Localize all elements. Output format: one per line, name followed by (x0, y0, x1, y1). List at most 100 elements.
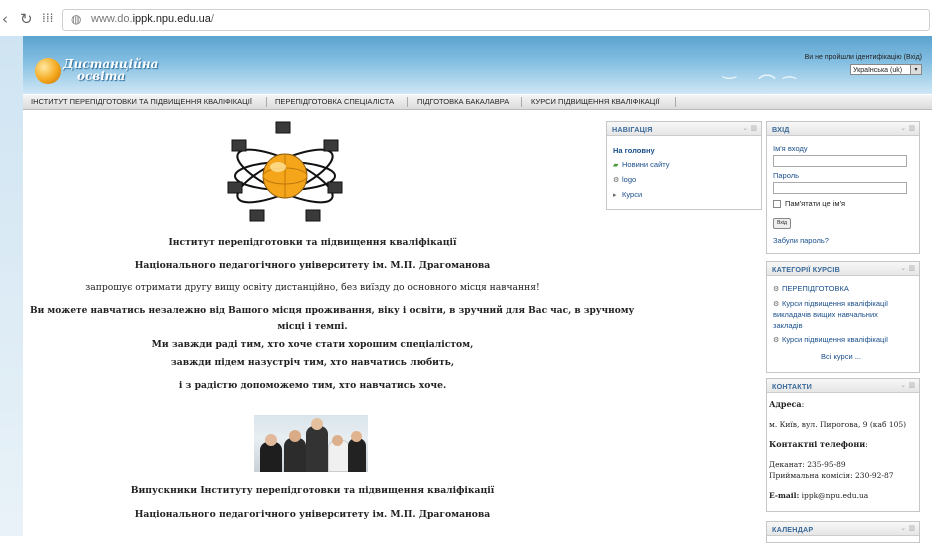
nav-site-news-label: Новини сайту (622, 160, 670, 169)
expand-arrow-icon: ▸ (613, 191, 617, 199)
email-line: E-mail: ippk@npu.edu.ua (769, 491, 868, 500)
course-categories-block: КАТЕГОРІЇ КУРСІВ ⌄ ▥ ⚙ ПЕРЕПІДГОТОВКА ⚙ Ку… (766, 261, 920, 373)
block-controls-icon[interactable]: ⌄ ▥ (742, 124, 757, 132)
intro-flexibility-cont: місці і темпі. (277, 321, 348, 332)
navigation-title: НАВІГАЦІЯ (612, 125, 653, 134)
menu-item-institute[interactable]: ІНСТИТУТ ПЕРЕПІДГОТОВКИ ТА ПІДВИЩЕННЯ КВ… (31, 97, 252, 106)
main-content: Інститут перепідготовки та підвищення кв… (30, 115, 635, 536)
password-field[interactable] (773, 182, 907, 194)
username-field[interactable] (773, 155, 907, 167)
language-value: Українська (uk) (853, 67, 903, 74)
navigation-block-header: НАВІГАЦІЯ ⌄ ▥ (607, 122, 761, 136)
categories-block-header: КАТЕГОРІЇ КУРСІВ ⌄ ▥ (767, 262, 919, 276)
menu-item-qualification-courses[interactable]: КУРСИ ПІДВИЩЕННЯ КВАЛІФІКАЦІЇ (531, 97, 660, 106)
category-teachers-courses-cont[interactable]: викладачів вищих навчальних (773, 310, 878, 319)
calendar-block: КАЛЕНДАР ⌄ ▥ (766, 521, 920, 543)
site-header: Дистанційна освіта ‿ ⌒ ⁀ Ви не пройшли і… (23, 36, 932, 94)
login-status[interactable]: Ви не пройшли ідентифікацію (Вхід) (805, 54, 922, 61)
phones-label: Контактні телефони (769, 439, 866, 449)
graduates-university: Національного педагогічного університету… (134, 509, 491, 520)
address-heading: Адреса: (769, 399, 805, 409)
intro-motto-1: Ми завжди раді тим, хто хоче стати хорош… (151, 339, 474, 350)
remember-checkbox[interactable] (773, 200, 781, 208)
categories-title: КАТЕГОРІЇ КУРСІВ (772, 265, 840, 274)
category-icon: ⚙ (773, 300, 780, 308)
globe-icon: ◍ (71, 12, 82, 26)
browser-toolbar: ‹ ↻ ⁞⁞⁞ ◍ www.do.ippk.npu.edu.ua/ (0, 0, 932, 37)
menu-item-retraining[interactable]: ПЕРЕПІДГОТОВКА СПЕЦІАЛІСТА (275, 97, 394, 106)
contacts-block-header: КОНТАКТИ ⌄ ▥ (767, 379, 919, 393)
nav-home-link[interactable]: На головну (613, 146, 655, 155)
intro-motto-2: завжди підем назустріч тим, хто навчатис… (170, 357, 455, 368)
nav-logo-link[interactable]: ⚙ logo (613, 175, 636, 184)
dean-phone: Деканат: 235-95-89 (769, 460, 846, 469)
contacts-block: КОНТАКТИ ⌄ ▥ Адреса: м. Київ, вул. Пирог… (766, 378, 920, 512)
login-block-header: ВХІД ⌄ ▥ (767, 122, 919, 136)
back-icon[interactable]: ‹ (2, 10, 8, 28)
block-controls-icon[interactable]: ⌄ ▥ (900, 524, 915, 532)
category-teachers-courses-end[interactable]: закладів (773, 321, 803, 330)
forgot-password-link[interactable]: Забули пароль? (773, 236, 829, 245)
all-courses-link[interactable]: Всі курси ... (821, 352, 861, 361)
address-value: м. Київ, вул. Пирогова, 9 (каб 105) (769, 420, 907, 429)
forum-icon: ▰ (613, 161, 619, 169)
nav-site-news[interactable]: ▰ Новини сайту (613, 160, 670, 169)
calendar-block-header: КАЛЕНДАР ⌄ ▥ (767, 522, 919, 536)
category-retraining-label: ПЕРЕПІДГОТОВКА (782, 284, 849, 293)
category-qualification-label: Курси підвищення кваліфікації (782, 335, 889, 344)
category-teachers-courses[interactable]: ⚙ Курси підвищення кваліфікації (773, 299, 888, 308)
decor-swirl-icon: ⁀ (783, 76, 796, 94)
logo-line-2: освіта (77, 69, 126, 83)
intro-motto-3: і з радістю допоможемо тим, хто навчатис… (178, 380, 447, 391)
intro-title: Інститут перепідготовки та підвищення кв… (168, 237, 457, 248)
intro-invitation: запрошує отримати другу вищу освіту дист… (85, 282, 540, 293)
intro-flexibility: Ви можете навчатись незалежно від Вашого… (30, 306, 635, 316)
username-label: Ім'я входу (773, 144, 808, 153)
admissions-phone: Приймальна комісія: 230-92-87 (769, 471, 894, 480)
block-controls-icon[interactable]: ⌄ ▥ (900, 124, 915, 132)
password-label: Пароль (773, 171, 800, 180)
login-title: ВХІД (772, 125, 790, 134)
calendar-title: КАЛЕНДАР (772, 525, 814, 534)
main-menu: ІНСТИТУТ ПЕРЕПІДГОТОВКИ ТА ПІДВИЩЕННЯ КВ… (23, 94, 932, 110)
nav-logo-label: logo (622, 175, 637, 184)
url-text: www.do.ippk.npu.edu.ua/ (91, 13, 214, 25)
apps-icon[interactable]: ⁞⁞⁞ (42, 11, 53, 25)
email-value[interactable]: ippk@npu.edu.ua (802, 491, 869, 500)
nav-courses[interactable]: ▸ Курси (613, 190, 642, 199)
language-select[interactable]: Українська (uk) ▾ (850, 64, 922, 75)
category-teachers-label: Курси підвищення кваліфікації (782, 299, 889, 308)
reload-icon[interactable]: ↻ (20, 10, 33, 28)
login-block: ВХІД ⌄ ▥ Ім'я входу Пароль Пам'ятати це … (766, 121, 920, 254)
navigation-block: НАВІГАЦІЯ ⌄ ▥ На головну ▰ Новини сайту ⚙… (606, 121, 762, 210)
graduates-photo (254, 415, 368, 472)
address-bar[interactable]: ◍ www.do.ippk.npu.edu.ua/ (62, 9, 930, 31)
category-icon: ⚙ (773, 336, 780, 344)
page-left-margin (0, 36, 23, 536)
menu-item-bachelor[interactable]: ПІДГОТОВКА БАКАЛАВРА (417, 97, 509, 106)
category-icon: ⚙ (773, 285, 780, 293)
resource-icon: ⚙ (613, 176, 620, 184)
category-qualification-courses[interactable]: ⚙ Курси підвищення кваліфікації (773, 335, 888, 344)
block-controls-icon[interactable]: ⌄ ▥ (900, 381, 915, 389)
contacts-title: КОНТАКТИ (772, 382, 813, 391)
chevron-down-icon: ▾ (910, 65, 921, 74)
nav-courses-label: Курси (622, 190, 643, 199)
menu-divider (407, 97, 408, 107)
decor-swirl-icon: ‿ (723, 60, 736, 79)
menu-divider (266, 97, 267, 107)
decor-swirl-icon: ⌒ (758, 74, 776, 94)
menu-divider (521, 97, 522, 107)
intro-university: Національного педагогічного університету… (134, 260, 491, 271)
login-submit-button[interactable]: Вхід (773, 218, 791, 229)
address-label: Адреса (769, 399, 802, 409)
email-label: E-mail: (769, 491, 800, 500)
phones-heading: Контактні телефони: (769, 439, 868, 449)
logo-icon[interactable] (35, 58, 61, 84)
site-logo-text[interactable]: Дистанційна освіта (63, 58, 158, 82)
graduates-title: Випускники Інституту перепідготовки та п… (130, 485, 495, 496)
remember-label: Пам'ятати це ім'я (785, 199, 846, 208)
menu-divider (675, 97, 676, 107)
category-retraining[interactable]: ⚙ ПЕРЕПІДГОТОВКА (773, 284, 849, 293)
block-controls-icon[interactable]: ⌄ ▥ (900, 264, 915, 272)
